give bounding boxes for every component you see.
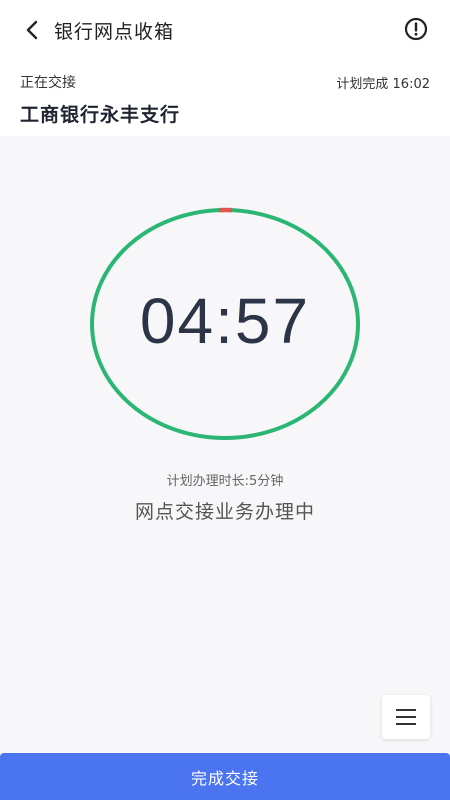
menu-icon — [396, 709, 416, 725]
planned-finish-time: 计划完成 16:02 — [336, 77, 430, 92]
planned-duration: 计划办理时长:5分钟 — [166, 474, 284, 489]
branch-name: 工商银行永丰支行 — [20, 104, 181, 126]
page-title: 银行网点收箱 — [54, 21, 175, 43]
back-button[interactable] — [18, 16, 46, 44]
handover-header: 正在交接 计划完成 16:02 工商银行永丰支行 — [0, 58, 450, 136]
info-button[interactable] — [404, 17, 428, 41]
chevron-left-icon — [26, 20, 38, 40]
top-bar: 银行网点收箱 — [0, 0, 450, 58]
countdown-time: 04:57 — [139, 285, 311, 357]
countdown-panel: 04:57 计划办理时长:5分钟 网点交接业务办理中 — [0, 136, 450, 536]
menu-button[interactable] — [382, 695, 430, 739]
alert-circle-icon — [404, 17, 428, 41]
progress-message: 网点交接业务办理中 — [134, 501, 315, 523]
complete-handover-button[interactable]: 完成交接 — [0, 753, 450, 800]
status-label: 正在交接 — [20, 75, 76, 91]
app-screen: 银行网点收箱 正在交接 计划完成 16:02 工商银行永丰支行 04:57 计划… — [0, 0, 450, 800]
